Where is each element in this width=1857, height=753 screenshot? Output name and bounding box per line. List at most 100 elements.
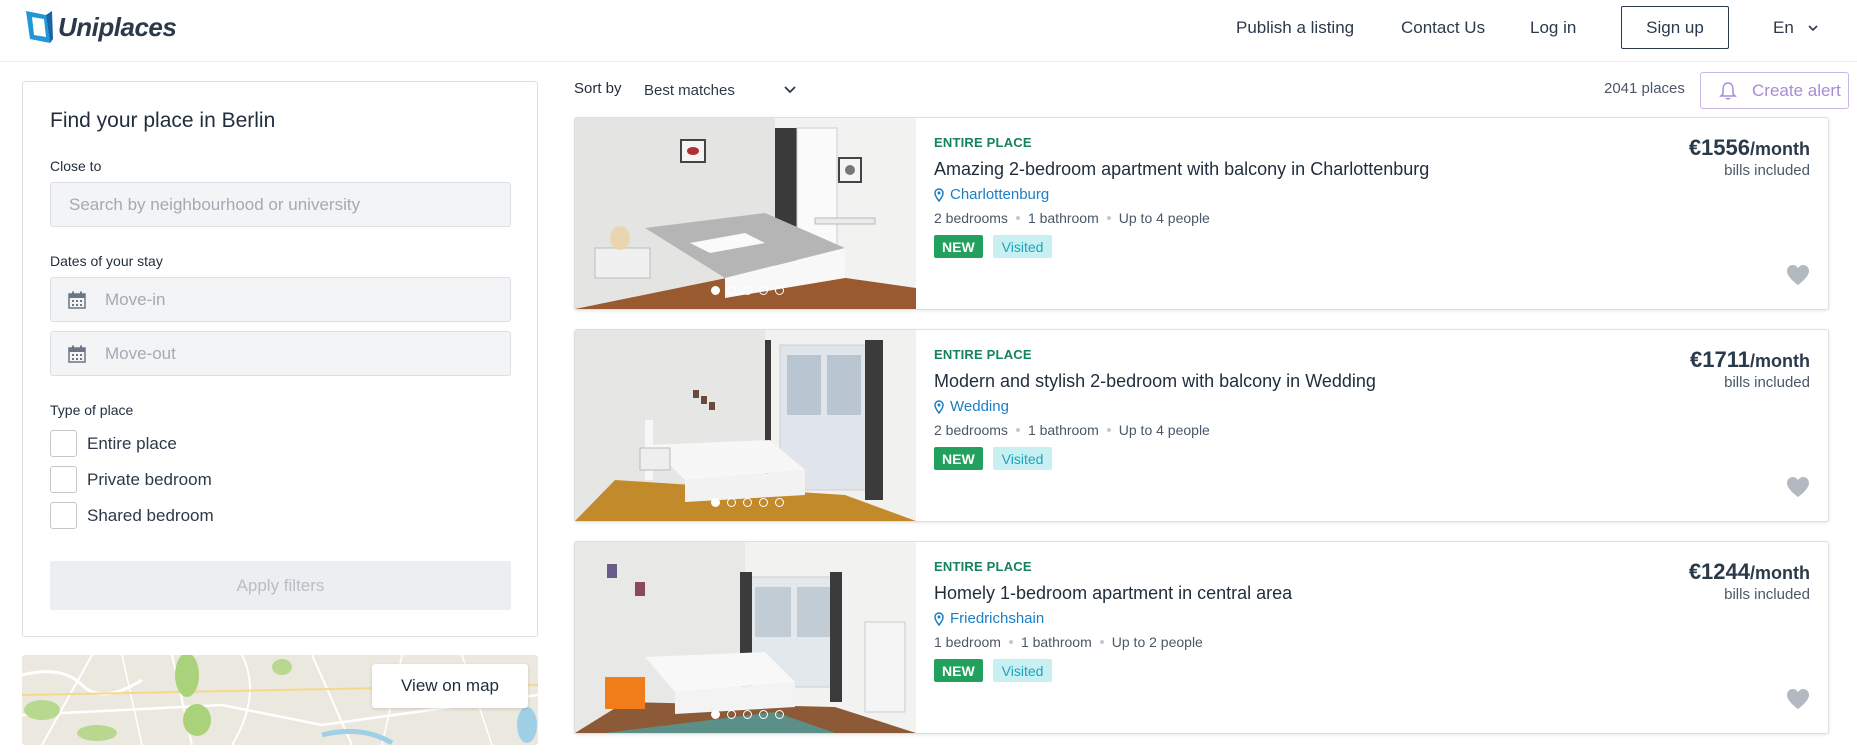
- location-pin-icon: [934, 187, 944, 202]
- filter-panel: Find your place in Berlin Close to Searc…: [22, 81, 538, 637]
- visited-badge: Visited: [992, 659, 1053, 682]
- carousel-dot[interactable]: [743, 498, 752, 507]
- listing-photo[interactable]: [575, 330, 916, 521]
- nav-log-in[interactable]: Log in: [1530, 6, 1576, 50]
- checkbox-label: Entire place: [87, 433, 177, 453]
- listing-badges: NEW Visited: [934, 235, 1053, 258]
- people-capacity: Up to 2 people: [1111, 634, 1203, 650]
- checkbox-private-bedroom[interactable]: Private bedroom: [50, 466, 212, 493]
- bedroom-photo: [575, 118, 916, 309]
- create-alert-button[interactable]: Create alert: [1700, 72, 1849, 109]
- listing-location[interactable]: Friedrichshain: [934, 610, 1044, 627]
- move-in-field[interactable]: Move-in: [50, 277, 511, 322]
- carousel-dot[interactable]: [743, 286, 752, 295]
- location-name: Friedrichshain: [950, 610, 1045, 627]
- carousel-dots[interactable]: [711, 498, 791, 507]
- sign-up-button[interactable]: Sign up: [1621, 6, 1729, 49]
- people-capacity: Up to 4 people: [1118, 422, 1210, 438]
- listing-photo[interactable]: [575, 542, 916, 733]
- nav-contact-us[interactable]: Contact Us: [1401, 6, 1485, 50]
- logo[interactable]: Uniplaces: [24, 9, 177, 45]
- carousel-dot[interactable]: [711, 710, 720, 719]
- bills-included: bills included: [1724, 586, 1810, 603]
- listing-price: €1556/month bills included: [1689, 135, 1810, 179]
- listing-card[interactable]: ENTIRE PLACE Amazing 2-bedroom apartment…: [574, 117, 1829, 310]
- price-amount: €1244/month: [1689, 559, 1810, 585]
- listing-type: ENTIRE PLACE: [934, 559, 1032, 574]
- spec-separator: [1015, 428, 1020, 432]
- checkbox-label: Private bedroom: [87, 469, 212, 489]
- listing-card[interactable]: ENTIRE PLACE Homely 1-bedroom apartment …: [574, 541, 1829, 734]
- new-badge: NEW: [934, 447, 983, 470]
- listing-specs: 2 bedrooms 1 bathroom Up to 4 people: [934, 422, 1210, 438]
- listing-title[interactable]: Homely 1-bedroom apartment in central ar…: [934, 583, 1292, 604]
- checkbox-box[interactable]: [50, 466, 77, 493]
- bedrooms-count: 1 bedroom: [934, 634, 1001, 650]
- location-name: Charlottenburg: [950, 186, 1050, 203]
- price-value: €1556: [1688, 135, 1750, 160]
- carousel-dot[interactable]: [775, 498, 784, 507]
- carousel-dot[interactable]: [711, 498, 720, 507]
- calendar-icon: [68, 291, 86, 309]
- top-header: Uniplaces Publish a listing Contact Us L…: [0, 0, 1857, 62]
- carousel-dot[interactable]: [727, 498, 736, 507]
- listing-specs: 1 bedroom 1 bathroom Up to 2 people: [934, 634, 1203, 650]
- bathrooms-count: 1 bathroom: [1020, 634, 1092, 650]
- carousel-dot[interactable]: [743, 710, 752, 719]
- spec-separator: [1008, 640, 1013, 644]
- nav-publish-listing[interactable]: Publish a listing: [1236, 6, 1354, 50]
- map-preview[interactable]: View on map: [22, 655, 538, 745]
- price-period: /month: [1750, 351, 1810, 371]
- search-input[interactable]: Search by neighbourhood or university: [50, 182, 511, 227]
- checkbox-shared-bedroom[interactable]: Shared bedroom: [50, 502, 214, 529]
- bedroom-photo: [575, 542, 916, 733]
- heart-icon[interactable]: [1786, 476, 1810, 498]
- carousel-dot[interactable]: [775, 710, 784, 719]
- checkbox-box[interactable]: [50, 430, 77, 457]
- carousel-dot[interactable]: [727, 710, 736, 719]
- listing-card[interactable]: ENTIRE PLACE Modern and stylish 2-bedroo…: [574, 329, 1829, 522]
- carousel-dot[interactable]: [727, 286, 736, 295]
- listing-title[interactable]: Amazing 2-bedroom apartment with balcony…: [934, 159, 1429, 180]
- carousel-dot[interactable]: [759, 710, 768, 719]
- language-label: En: [1773, 18, 1794, 37]
- view-on-map-button[interactable]: View on map: [372, 664, 528, 708]
- language-selector[interactable]: En: [1773, 6, 1818, 50]
- people-capacity: Up to 4 people: [1118, 210, 1210, 226]
- close-to-label: Close to: [50, 158, 102, 174]
- sort-by-label: Sort by: [574, 80, 622, 97]
- carousel-dot[interactable]: [759, 498, 768, 507]
- listing-title[interactable]: Modern and stylish 2-bedroom with balcon…: [934, 371, 1376, 392]
- bedrooms-count: 2 bedrooms: [934, 210, 1008, 226]
- price-period: /month: [1750, 563, 1810, 583]
- apply-filters-button[interactable]: Apply filters: [50, 561, 511, 610]
- listing-photo[interactable]: [575, 118, 916, 309]
- spec-separator: [1015, 216, 1020, 220]
- new-badge: NEW: [934, 235, 983, 258]
- location-pin-icon: [934, 399, 944, 414]
- listing-location[interactable]: Charlottenburg: [934, 186, 1049, 203]
- bathrooms-count: 1 bathroom: [1027, 210, 1099, 226]
- create-alert-label: Create alert: [1752, 80, 1841, 100]
- listing-price: €1244/month bills included: [1689, 559, 1810, 603]
- carousel-dot[interactable]: [775, 286, 784, 295]
- sort-dropdown[interactable]: Best matches: [644, 76, 796, 104]
- uniplaces-logo-icon: [26, 11, 53, 43]
- move-in-placeholder: Move-in: [105, 289, 166, 309]
- heart-icon[interactable]: [1786, 264, 1810, 286]
- listing-badges: NEW Visited: [934, 659, 1053, 682]
- listing-specs: 2 bedrooms 1 bathroom Up to 4 people: [934, 210, 1210, 226]
- carousel-dots[interactable]: [711, 710, 791, 719]
- carousel-dot[interactable]: [711, 286, 720, 295]
- checkbox-entire-place[interactable]: Entire place: [50, 430, 177, 457]
- carousel-dots[interactable]: [711, 286, 791, 295]
- checkbox-label: Shared bedroom: [87, 505, 214, 525]
- heart-icon[interactable]: [1786, 688, 1810, 710]
- calendar-icon: [68, 345, 86, 363]
- checkbox-box[interactable]: [50, 502, 77, 529]
- dates-label: Dates of your stay: [50, 253, 163, 269]
- listing-location[interactable]: Wedding: [934, 398, 1009, 415]
- carousel-dot[interactable]: [759, 286, 768, 295]
- new-badge: NEW: [934, 659, 983, 682]
- move-out-field[interactable]: Move-out: [50, 331, 511, 376]
